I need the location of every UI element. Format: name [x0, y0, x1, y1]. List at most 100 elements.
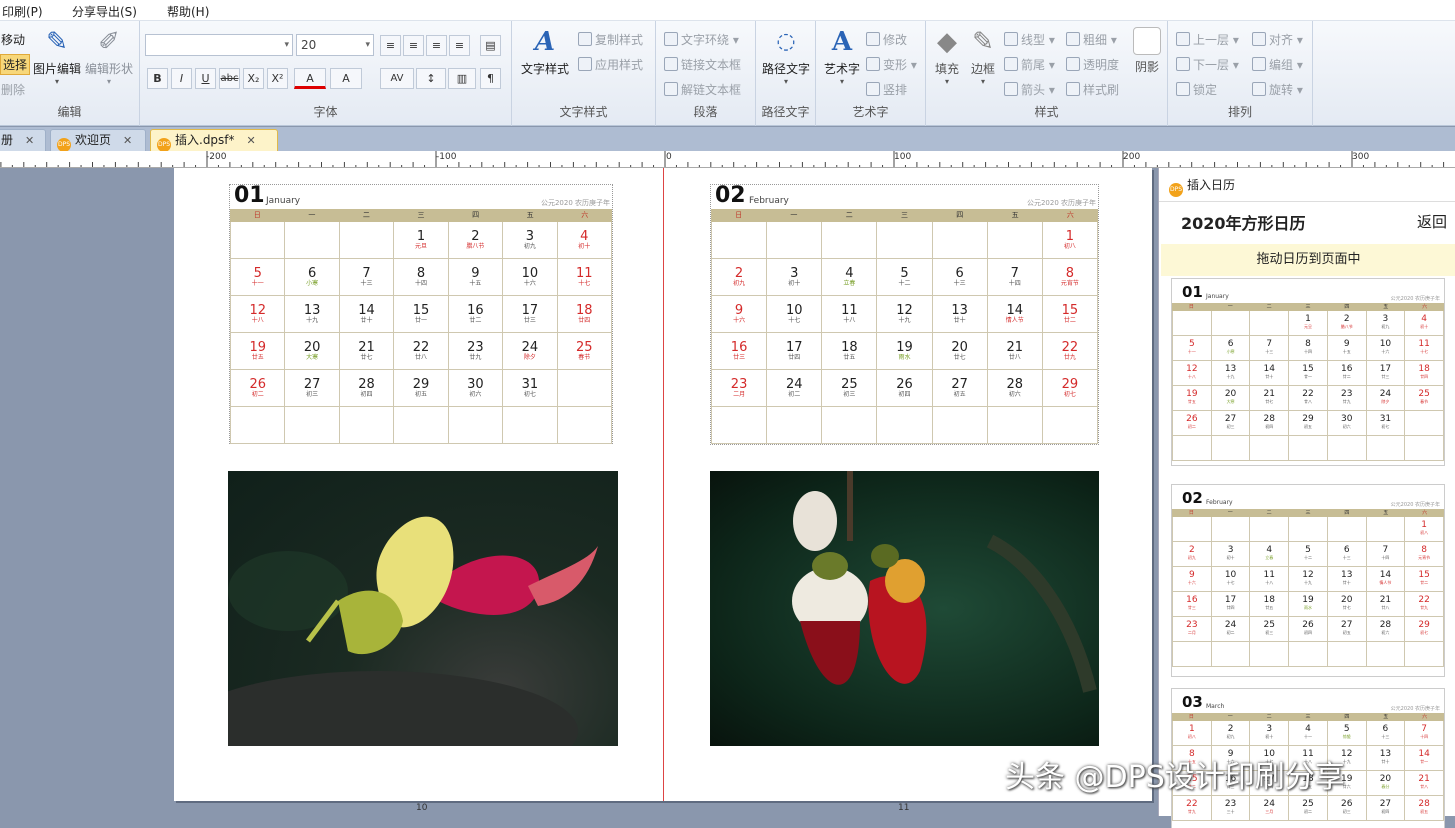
- image-edit-button[interactable]: ✎ 图片编辑 ▾: [33, 27, 81, 86]
- align-button[interactable]: 对齐 ▾: [1252, 31, 1303, 48]
- calendar-thumbnail-january[interactable]: 01 January 公元2020 农历庚子年 日一二三四五六 1 元旦 2 腊八节 3 初…: [1171, 278, 1445, 466]
- calendar-day-cell: 8 元宵节: [1405, 542, 1444, 567]
- border-button[interactable]: ✎ 边框 ▾: [966, 27, 1000, 86]
- lunar-date: 廿八: [1008, 354, 1021, 362]
- calendar-day-cell: 28 初四: [339, 370, 395, 407]
- lunar-date: 十八: [251, 317, 264, 325]
- weekday-label: 五: [502, 209, 558, 222]
- ruler-label: 300: [1352, 152, 1370, 162]
- italic-button[interactable]: I: [171, 68, 192, 89]
- align-left-button[interactable]: ≡: [380, 35, 401, 56]
- vertical-button[interactable]: 竖排: [866, 81, 907, 98]
- calendar-day-cell: 27 初三: [1211, 411, 1251, 436]
- calendar-day-cell: [503, 407, 558, 444]
- tab-booklet[interactable]: 册 ✕: [0, 129, 46, 151]
- calendar-day-cell: 12 十九: [877, 296, 933, 333]
- lunar-date: 初七: [1381, 423, 1390, 429]
- align-right-button[interactable]: ≡: [426, 35, 447, 56]
- send-backward-icon: [1176, 57, 1190, 71]
- group-button[interactable]: 编组 ▾: [1252, 56, 1303, 73]
- text-box-button[interactable]: ▤: [480, 35, 501, 56]
- calendar-day-cell: 14 情人节: [1366, 567, 1406, 592]
- calendar-day-cell: [1366, 642, 1406, 667]
- lunar-date: 初十: [1265, 733, 1274, 739]
- text-style-button[interactable]: A 文字样式: [516, 27, 574, 77]
- rotate-button[interactable]: 旋转 ▾: [1252, 81, 1303, 98]
- flower-photo-right[interactable]: [710, 471, 1099, 746]
- calendar-day-cell: 27 初四: [1366, 796, 1406, 821]
- align-center-button[interactable]: ≡: [403, 35, 424, 56]
- group-edit: 移动 选择 删除 ✎ 图片编辑 ▾ ✐ 编辑形状 ▾ 编辑: [0, 21, 140, 126]
- thickness-button[interactable]: 粗细 ▾: [1066, 31, 1117, 48]
- menu-share-export[interactable]: 分享导出(S): [72, 3, 137, 20]
- unlink-textbox-button[interactable]: 解链文本框: [664, 81, 741, 98]
- lunar-date: 春节: [578, 354, 591, 362]
- font-size-select[interactable]: 20 ▾: [296, 34, 374, 56]
- bring-forward-button[interactable]: 上一层 ▾: [1176, 31, 1239, 48]
- strikethrough-button[interactable]: abc: [219, 68, 240, 89]
- path-text-button[interactable]: ◌ 路径文字 ▾: [758, 27, 814, 86]
- bold-button[interactable]: B: [147, 68, 168, 89]
- align-justify-button[interactable]: ≡: [449, 35, 470, 56]
- ruler-label: 100: [894, 152, 912, 162]
- calendar-day-cell: 23 二月: [1173, 617, 1212, 642]
- text-wrap-button[interactable]: 文字环绕 ▾: [664, 31, 739, 48]
- tab-insert-dpsf[interactable]: DPS 插入.dpsf* ✕: [150, 129, 278, 152]
- fill-button[interactable]: ◆ 填充 ▾: [930, 27, 964, 86]
- paragraph-button[interactable]: ¶: [480, 68, 501, 89]
- calendar-january[interactable]: 01 January 公元2020 农历庚子年 日一二三四五六 1 元旦 2 腊八节 3 初…: [229, 183, 613, 444]
- lunar-date: 廿二: [469, 317, 482, 325]
- delete-button[interactable]: 删除: [1, 81, 25, 98]
- superscript-button[interactable]: X²: [267, 68, 288, 89]
- calendar-day-cell: 22 廿九: [1405, 592, 1444, 617]
- char-spacing-button[interactable]: AV: [380, 68, 414, 89]
- arrow-tail-button[interactable]: 箭尾 ▾: [1004, 56, 1055, 73]
- calendar-thumbnail-february[interactable]: 02 February 公元2020 农历庚子年 日一二三四五六 1 初八 2 初九 3 初…: [1171, 484, 1445, 677]
- weekday-label: 六: [1405, 303, 1444, 311]
- shadow-button[interactable]: 阴影: [1130, 27, 1164, 75]
- menu-print[interactable]: 印刷(P): [2, 3, 43, 20]
- calendar-day-cell: 4 初十: [1405, 311, 1444, 336]
- line-spacing-button[interactable]: ↕: [416, 68, 446, 89]
- lunar-date: 十三: [1381, 733, 1390, 739]
- arrow-head-button[interactable]: 箭头 ▾: [1004, 81, 1055, 98]
- lunar-date: 雨水: [898, 354, 911, 362]
- calendar-day-cell: [1173, 642, 1212, 667]
- shape-edit-button[interactable]: ✐ 编辑形状 ▾: [84, 27, 134, 86]
- transparency-button[interactable]: 透明度: [1066, 56, 1119, 73]
- font-family-select[interactable]: ▾: [145, 34, 293, 56]
- lock-button[interactable]: 锁定: [1176, 81, 1217, 98]
- select-button[interactable]: 选择: [0, 54, 31, 75]
- back-button[interactable]: 返回: [1417, 211, 1447, 232]
- calendar-february[interactable]: 02 February 公元2020 农历庚子年 日一二三四五六 1 初八 2 初九 3 初…: [710, 183, 1099, 445]
- apply-style-button[interactable]: 应用样式: [578, 56, 643, 73]
- group-arrange-label: 排列: [1227, 105, 1252, 119]
- calendar-day-cell: [822, 407, 878, 444]
- modify-button[interactable]: 修改: [866, 31, 907, 48]
- font-color-button[interactable]: A: [294, 68, 326, 89]
- lunar-date: 初九: [1187, 554, 1196, 560]
- close-icon[interactable]: ✕: [247, 131, 256, 151]
- lunar-date: 春节: [1420, 398, 1429, 404]
- columns-button[interactable]: ▥: [448, 68, 476, 89]
- line-type-button[interactable]: 线型 ▾: [1004, 31, 1055, 48]
- transform-button[interactable]: 变形 ▾: [866, 56, 917, 73]
- link-textbox-button[interactable]: 链接文本框: [664, 56, 741, 73]
- close-icon[interactable]: ✕: [25, 131, 34, 151]
- wordart-button[interactable]: A 艺术字 ▾: [820, 27, 864, 86]
- calendar-day-cell: [987, 222, 1043, 259]
- close-icon[interactable]: ✕: [123, 131, 132, 151]
- page-spread[interactable]: 01 January 公元2020 农历庚子年 日一二三四五六 1 元旦 2 腊八节 3 初…: [174, 168, 1152, 801]
- menu-help[interactable]: 帮助(H): [167, 3, 209, 20]
- calendar-day-cell: [712, 222, 768, 259]
- flower-photo-left[interactable]: [228, 471, 618, 746]
- tab-welcome[interactable]: DPS 欢迎页 ✕: [50, 129, 146, 152]
- move-button[interactable]: 移动: [1, 31, 25, 48]
- highlight-button[interactable]: A: [330, 68, 362, 89]
- lunar-date: 三月: [1265, 808, 1274, 814]
- style-brush-button[interactable]: 样式刷: [1066, 81, 1119, 98]
- send-backward-button[interactable]: 下一层 ▾: [1176, 56, 1239, 73]
- subscript-button[interactable]: X₂: [243, 68, 264, 89]
- copy-style-button[interactable]: 复制样式: [578, 31, 643, 48]
- underline-button[interactable]: U: [195, 68, 216, 89]
